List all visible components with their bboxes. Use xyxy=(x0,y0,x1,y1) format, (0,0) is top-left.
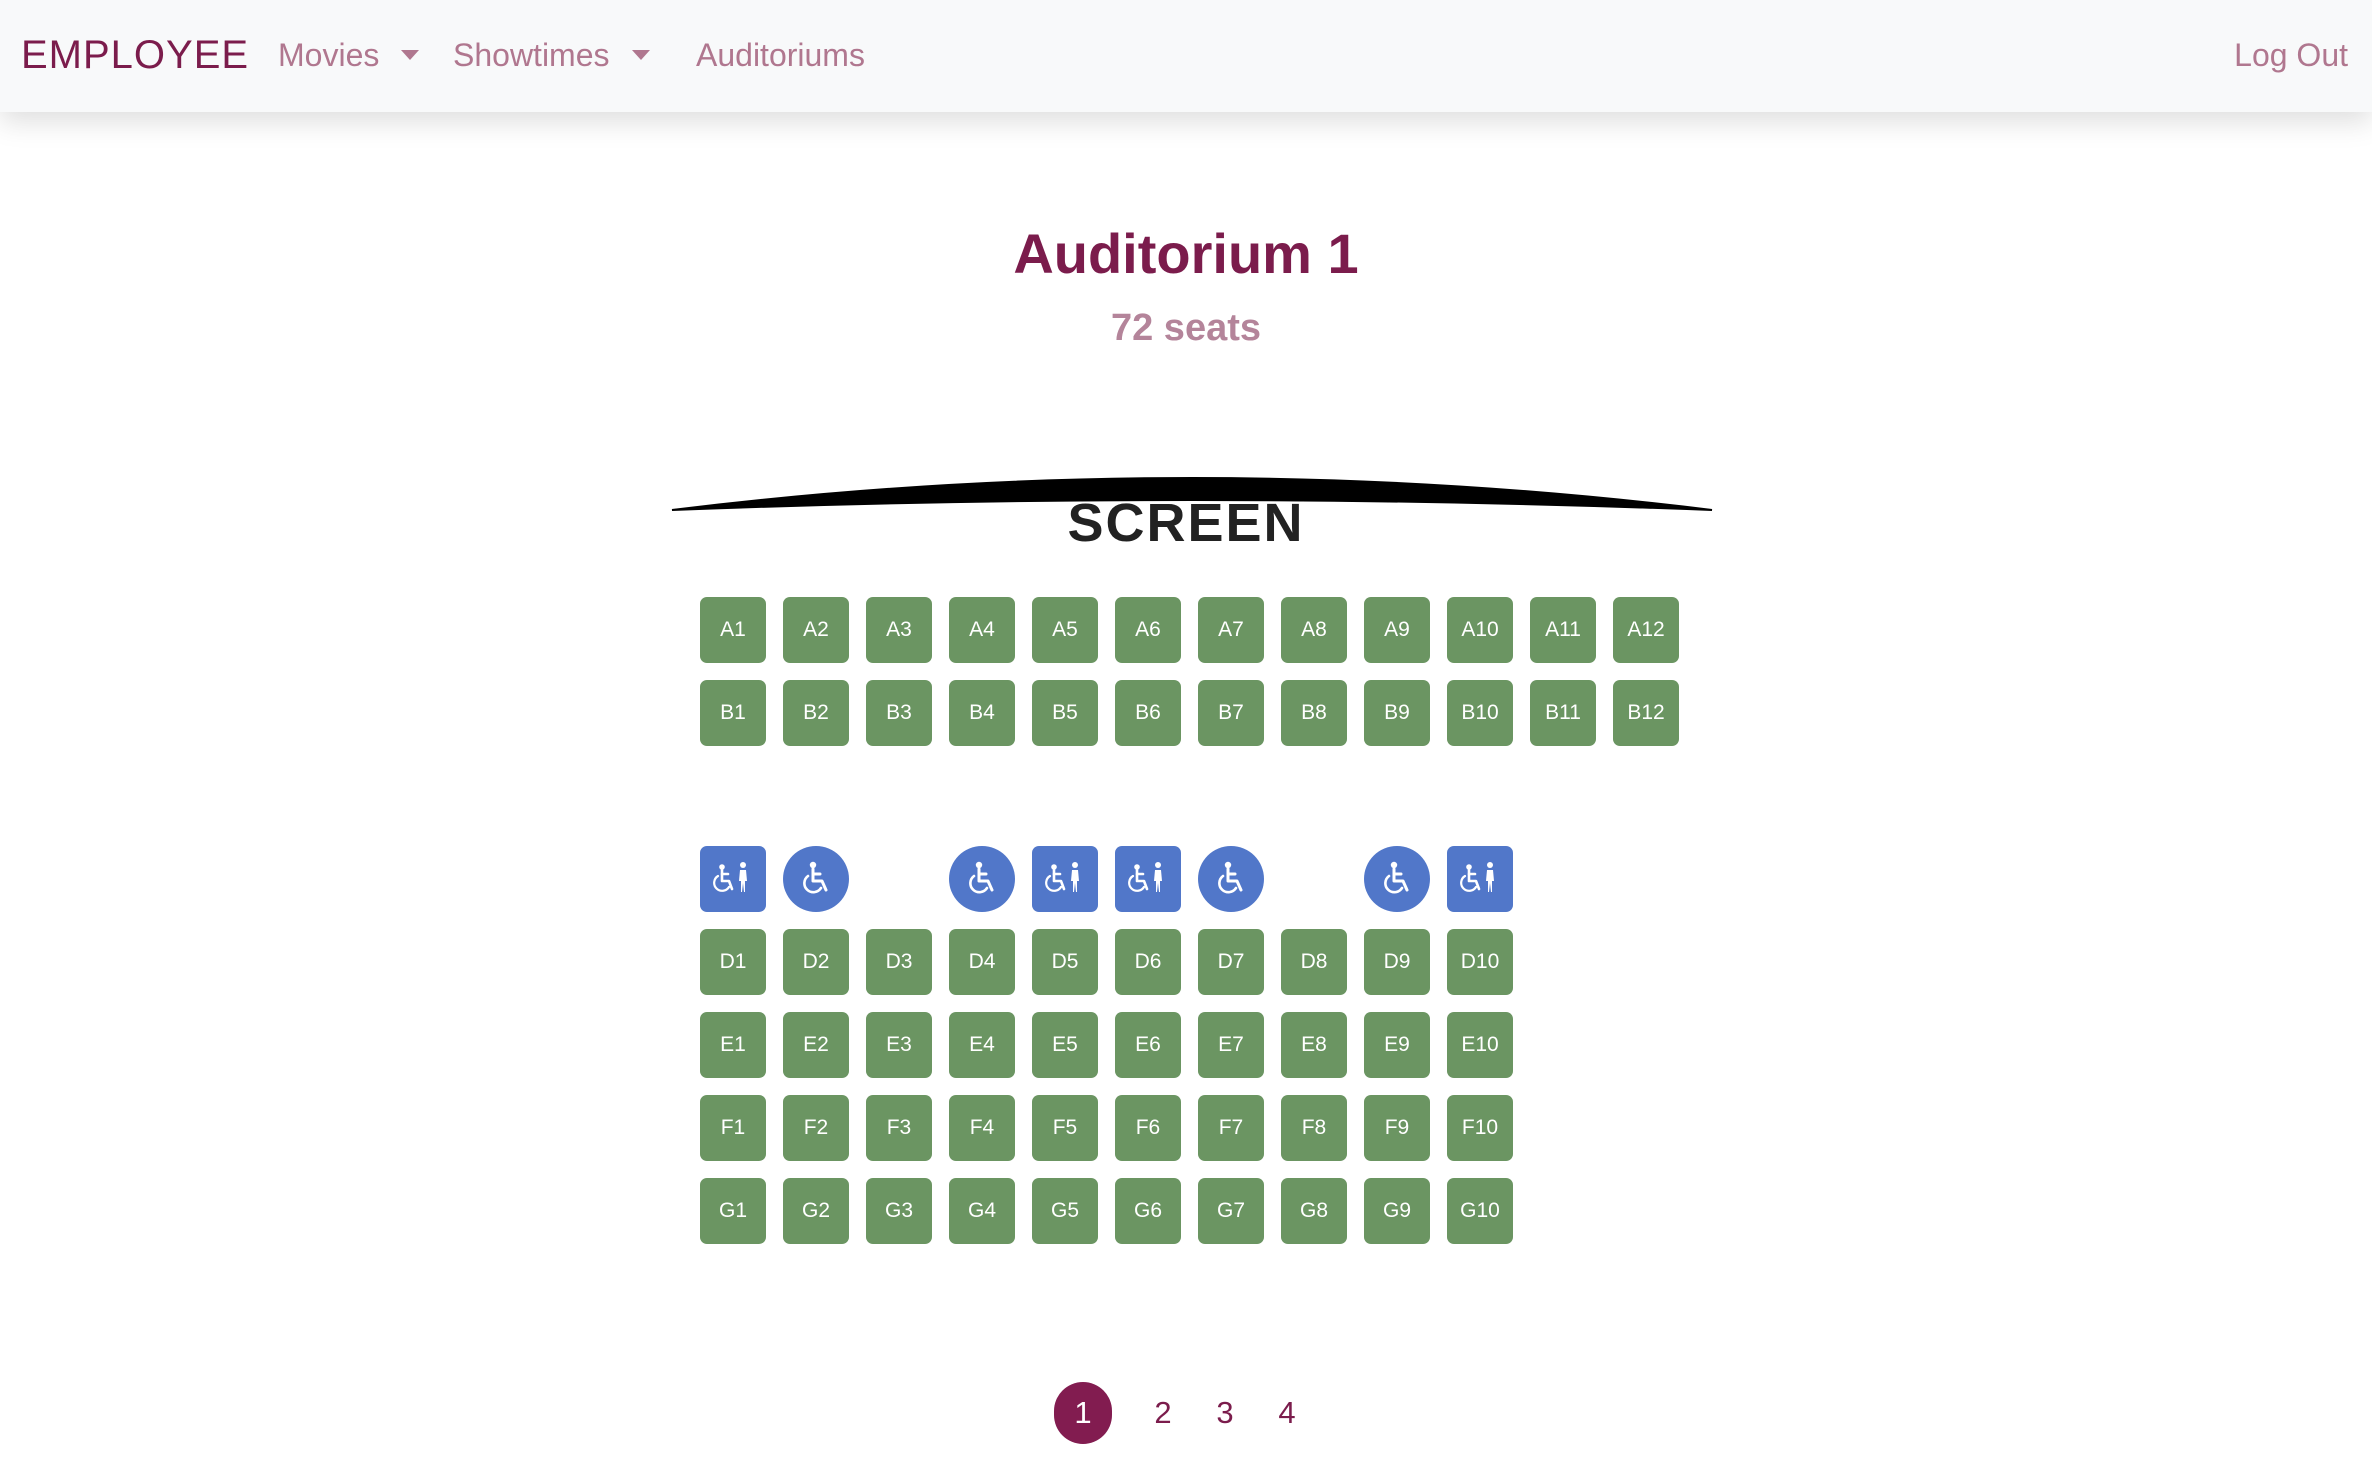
seat-a9[interactable]: A9 xyxy=(1364,597,1430,663)
seat-b12[interactable]: B12 xyxy=(1613,680,1679,746)
seat-b4[interactable]: B4 xyxy=(949,680,1015,746)
brand-logo[interactable]: EMPLOYEE xyxy=(21,29,249,81)
nav-movies-dropdown[interactable]: Movies xyxy=(278,33,420,77)
seat-d8[interactable]: D8 xyxy=(1281,929,1347,995)
seat-a4[interactable]: A4 xyxy=(949,597,1015,663)
nav-showtimes-label: Showtimes xyxy=(453,37,610,73)
page-2-button[interactable]: 2 xyxy=(1148,1382,1178,1444)
seat-e10[interactable]: E10 xyxy=(1447,1012,1513,1078)
seat-b3[interactable]: B3 xyxy=(866,680,932,746)
seat-d9[interactable]: D9 xyxy=(1364,929,1430,995)
seat-b5[interactable]: B5 xyxy=(1032,680,1098,746)
seat-f8[interactable]: F8 xyxy=(1281,1095,1347,1161)
seat-d3[interactable]: D3 xyxy=(866,929,932,995)
seat-f1[interactable]: F1 xyxy=(700,1095,766,1161)
accessible-seat[interactable] xyxy=(1364,846,1430,912)
seat-e1[interactable]: E1 xyxy=(700,1012,766,1078)
wheelchair-companion-icon xyxy=(1042,859,1088,899)
accessible-seat[interactable] xyxy=(949,846,1015,912)
page-4-button[interactable]: 4 xyxy=(1272,1382,1302,1444)
seat-d10[interactable]: D10 xyxy=(1447,929,1513,995)
wheelchair-icon xyxy=(962,859,1002,899)
seat-g3[interactable]: G3 xyxy=(866,1178,932,1244)
accessible-seat[interactable] xyxy=(700,846,766,912)
seat-e4[interactable]: E4 xyxy=(949,1012,1015,1078)
seat-g10[interactable]: G10 xyxy=(1447,1178,1513,1244)
seat-b7[interactable]: B7 xyxy=(1198,680,1264,746)
seat-g2[interactable]: G2 xyxy=(783,1178,849,1244)
seat-e8[interactable]: E8 xyxy=(1281,1012,1347,1078)
wheelchair-companion-icon xyxy=(1125,859,1171,899)
accessible-seat[interactable] xyxy=(1198,846,1264,912)
seat-a3[interactable]: A3 xyxy=(866,597,932,663)
seat-e3[interactable]: E3 xyxy=(866,1012,932,1078)
seat-a8[interactable]: A8 xyxy=(1281,597,1347,663)
seat-f7[interactable]: F7 xyxy=(1198,1095,1264,1161)
seat-g6[interactable]: G6 xyxy=(1115,1178,1181,1244)
seat-b10[interactable]: B10 xyxy=(1447,680,1513,746)
accessible-seat[interactable] xyxy=(783,846,849,912)
seat-a6[interactable]: A6 xyxy=(1115,597,1181,663)
seat-f3[interactable]: F3 xyxy=(866,1095,932,1161)
accessible-seat[interactable] xyxy=(1447,846,1513,912)
nav-movies-label: Movies xyxy=(278,37,380,73)
seat-g8[interactable]: G8 xyxy=(1281,1178,1347,1244)
wheelchair-companion-icon xyxy=(1457,859,1503,899)
page-title: Auditorium 1 xyxy=(1013,222,1359,285)
seat-a10[interactable]: A10 xyxy=(1447,597,1513,663)
seat-a7[interactable]: A7 xyxy=(1198,597,1264,663)
seat-count: 72 seats xyxy=(1110,307,1261,349)
wheelchair-companion-icon xyxy=(710,859,756,899)
nav-showtimes-dropdown[interactable]: Showtimes xyxy=(453,33,650,77)
wheelchair-icon xyxy=(1211,859,1251,899)
seat-a11[interactable]: A11 xyxy=(1530,597,1596,663)
seat-f5[interactable]: F5 xyxy=(1032,1095,1098,1161)
seat-b9[interactable]: B9 xyxy=(1364,680,1430,746)
seat-f4[interactable]: F4 xyxy=(949,1095,1015,1161)
wheelchair-icon xyxy=(1377,859,1417,899)
seat-g5[interactable]: G5 xyxy=(1032,1178,1098,1244)
nav-auditoriums-link[interactable]: Auditoriums xyxy=(696,33,865,77)
seat-b2[interactable]: B2 xyxy=(783,680,849,746)
seat-d6[interactable]: D6 xyxy=(1115,929,1181,995)
seat-g4[interactable]: G4 xyxy=(949,1178,1015,1244)
seat-a1[interactable]: A1 xyxy=(700,597,766,663)
accessible-seat[interactable] xyxy=(1115,846,1181,912)
seat-e2[interactable]: E2 xyxy=(783,1012,849,1078)
seat-e9[interactable]: E9 xyxy=(1364,1012,1430,1078)
seat-d7[interactable]: D7 xyxy=(1198,929,1264,995)
seat-d1[interactable]: D1 xyxy=(700,929,766,995)
seat-g1[interactable]: G1 xyxy=(700,1178,766,1244)
logout-link[interactable]: Log Out xyxy=(2234,33,2348,77)
chevron-down-icon xyxy=(401,49,420,60)
seat-d2[interactable]: D2 xyxy=(783,929,849,995)
screen-label: SCREEN xyxy=(1067,493,1305,553)
page-3-button[interactable]: 3 xyxy=(1210,1382,1240,1444)
seat-e6[interactable]: E6 xyxy=(1115,1012,1181,1078)
seat-b6[interactable]: B6 xyxy=(1115,680,1181,746)
navbar: EMPLOYEE Movies Showtimes Auditoriums Lo… xyxy=(0,0,2372,112)
seat-d4[interactable]: D4 xyxy=(949,929,1015,995)
seat-b8[interactable]: B8 xyxy=(1281,680,1347,746)
chevron-down-icon xyxy=(631,49,650,60)
seat-f10[interactable]: F10 xyxy=(1447,1095,1513,1161)
seat-a12[interactable]: A12 xyxy=(1613,597,1679,663)
seat-b1[interactable]: B1 xyxy=(700,680,766,746)
seat-g9[interactable]: G9 xyxy=(1364,1178,1430,1244)
seat-e5[interactable]: E5 xyxy=(1032,1012,1098,1078)
wheelchair-icon xyxy=(796,859,836,899)
seat-e7[interactable]: E7 xyxy=(1198,1012,1264,1078)
seat-f2[interactable]: F2 xyxy=(783,1095,849,1161)
seat-b11[interactable]: B11 xyxy=(1530,680,1596,746)
seat-f9[interactable]: F9 xyxy=(1364,1095,1430,1161)
seat-d5[interactable]: D5 xyxy=(1032,929,1098,995)
seat-a2[interactable]: A2 xyxy=(783,597,849,663)
seat-g7[interactable]: G7 xyxy=(1198,1178,1264,1244)
page-1-button[interactable]: 1 xyxy=(1054,1382,1112,1444)
seat-f6[interactable]: F6 xyxy=(1115,1095,1181,1161)
seat-a5[interactable]: A5 xyxy=(1032,597,1098,663)
accessible-seat[interactable] xyxy=(1032,846,1098,912)
